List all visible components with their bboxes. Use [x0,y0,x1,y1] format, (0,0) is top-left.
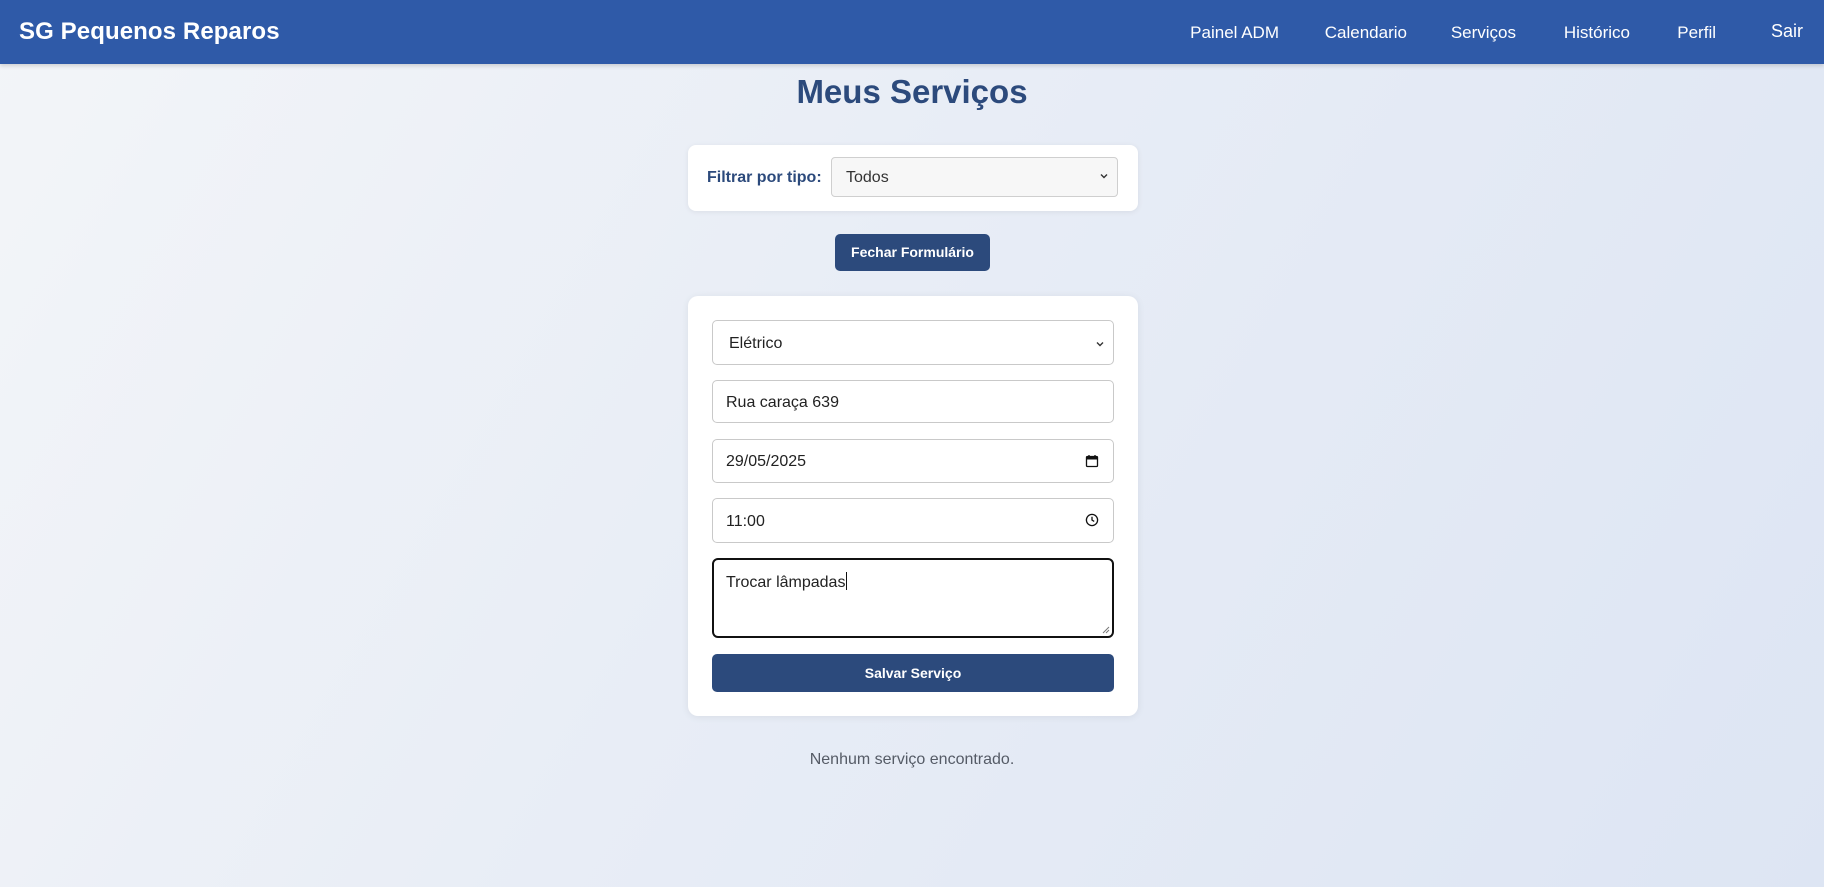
filter-selected-value: Todos [846,169,889,186]
nav-item-servicos[interactable]: Serviços [1451,23,1516,43]
filter-type-select[interactable]: Todos [831,157,1118,197]
nav-item-sair[interactable]: Sair [1771,21,1803,42]
page-title: Meus Serviços [796,73,1028,110]
clock-icon[interactable] [1085,513,1099,527]
brand-logo-text[interactable]: SG Pequenos Reparos [19,18,280,46]
nav-item-painel-adm[interactable]: Painel ADM [1190,23,1279,43]
description-textarea[interactable]: Trocar lâmpadas [712,558,1114,638]
filter-label: Filtrar por tipo: [707,169,822,186]
nav-item-historico[interactable]: Histórico [1564,23,1630,43]
chevron-down-icon [1100,174,1108,179]
service-type-select[interactable]: Elétrico [712,320,1114,365]
empty-state-message: Nenhum serviço encontrado. [809,751,1015,768]
nav-item-perfil[interactable]: Perfil [1677,23,1716,43]
chevron-down-icon [1096,342,1104,347]
save-service-button[interactable]: Salvar Serviço [712,654,1114,692]
date-value: 29/05/2025 [726,453,807,470]
service-type-value: Elétrico [729,335,783,352]
calendar-icon[interactable] [1085,454,1099,468]
address-input[interactable]: Rua caraça 639 [712,380,1114,423]
date-input[interactable]: 29/05/2025 [712,439,1114,483]
nav-item-calendario[interactable]: Calendario [1325,23,1407,43]
description-value: Trocar lâmpadas [726,572,848,591]
top-navbar: SG Pequenos Reparos Painel ADM Calendari… [0,0,1824,64]
filter-card: Filtrar por tipo: Todos [688,145,1138,211]
address-value: Rua caraça 639 [726,394,839,411]
time-value: 11:00 [726,513,765,530]
time-input[interactable]: 11:00 [712,498,1114,543]
close-form-button[interactable]: Fechar Formulário [835,234,990,271]
service-form: Elétrico Rua caraça 639 29/05/2025 11:00… [688,296,1138,716]
resize-grip-icon[interactable] [1102,626,1110,634]
text-caret [846,572,848,590]
